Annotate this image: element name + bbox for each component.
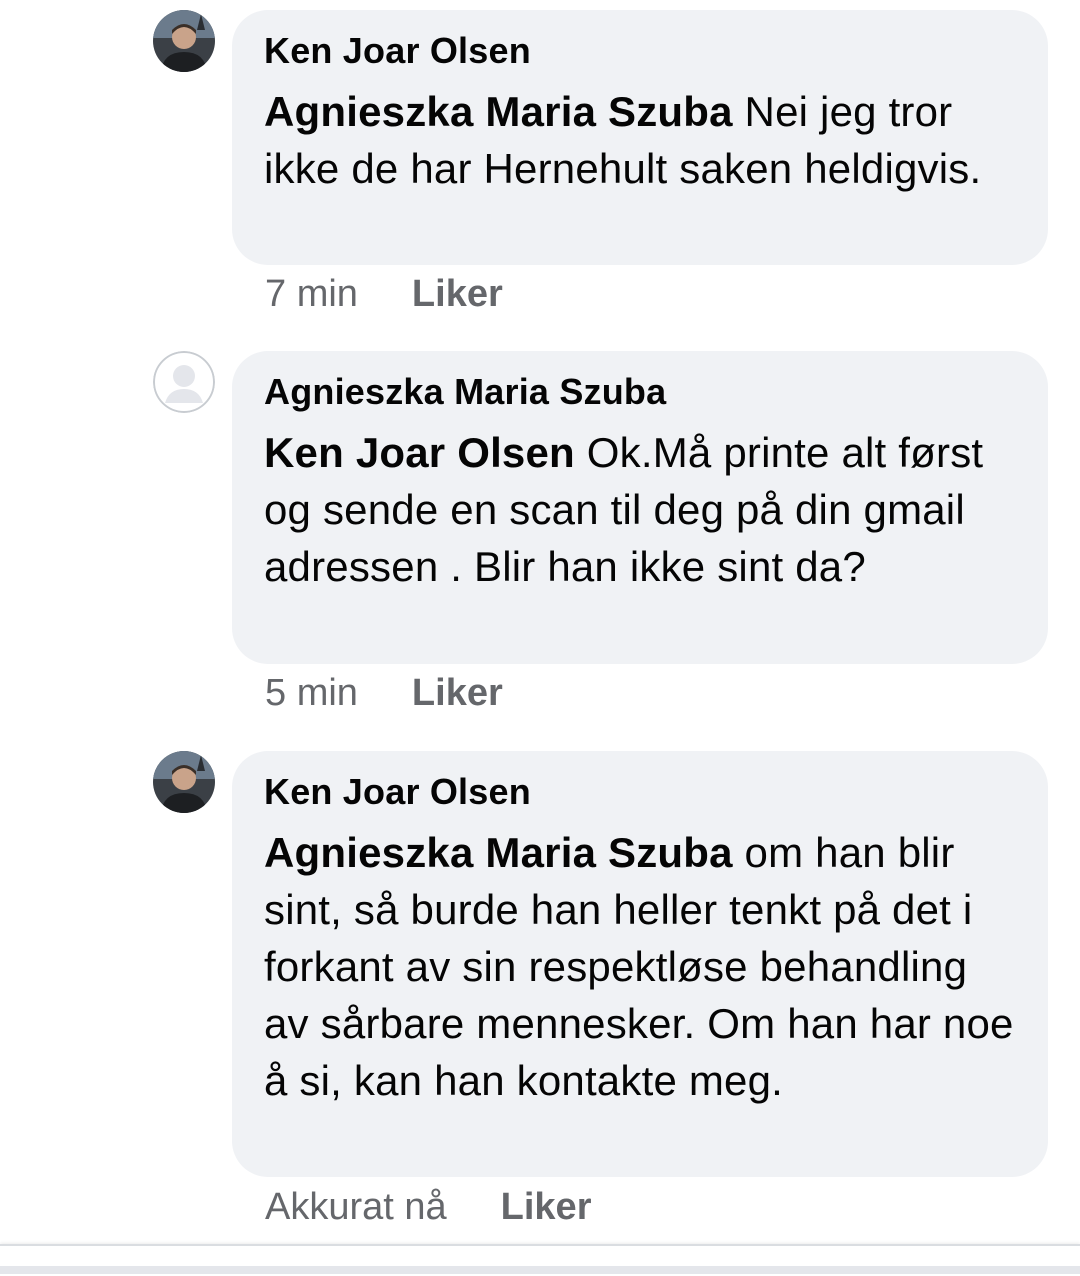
comment-bubble: Ken Joar Olsen Agnieszka Maria Szuba om … bbox=[232, 751, 1048, 1177]
comment-author[interactable]: Agnieszka Maria Szuba bbox=[264, 373, 1018, 411]
comment-text: Agnieszka Maria Szuba Nei jeg tror ikke … bbox=[264, 83, 1018, 197]
comment-text: Ken Joar Olsen Ok.Må printe alt først og… bbox=[264, 424, 1018, 595]
comment-author[interactable]: Ken Joar Olsen bbox=[264, 773, 1018, 811]
mention-link[interactable]: Ken Joar Olsen bbox=[264, 429, 575, 476]
comment-meta: Akkurat nå Liker bbox=[265, 1185, 591, 1229]
like-button[interactable]: Liker bbox=[501, 1186, 592, 1229]
screen-bottom-edge bbox=[0, 1266, 1080, 1274]
comment-timestamp[interactable]: 5 min bbox=[265, 672, 358, 715]
like-button[interactable]: Liker bbox=[412, 273, 503, 316]
mention-link[interactable]: Agnieszka Maria Szuba bbox=[264, 829, 733, 876]
comment-timestamp[interactable]: Akkurat nå bbox=[265, 1186, 447, 1229]
mention-link[interactable]: Agnieszka Maria Szuba bbox=[264, 88, 733, 135]
like-button[interactable]: Liker bbox=[412, 672, 503, 715]
comment-bubble: Ken Joar Olsen Agnieszka Maria Szuba Nei… bbox=[232, 10, 1048, 265]
comment-timestamp[interactable]: 7 min bbox=[265, 273, 358, 316]
comment-meta: 7 min Liker bbox=[265, 272, 503, 316]
comment-author[interactable]: Ken Joar Olsen bbox=[264, 32, 1018, 70]
comment-meta: 5 min Liker bbox=[265, 671, 503, 715]
default-avatar-icon[interactable] bbox=[153, 351, 215, 413]
profile-photo-icon[interactable] bbox=[153, 751, 215, 813]
comment-text: Agnieszka Maria Szuba om han blir sint, … bbox=[264, 824, 1018, 1109]
profile-photo-icon[interactable] bbox=[153, 10, 215, 72]
comment-bubble: Agnieszka Maria Szuba Ken Joar Olsen Ok.… bbox=[232, 351, 1048, 664]
